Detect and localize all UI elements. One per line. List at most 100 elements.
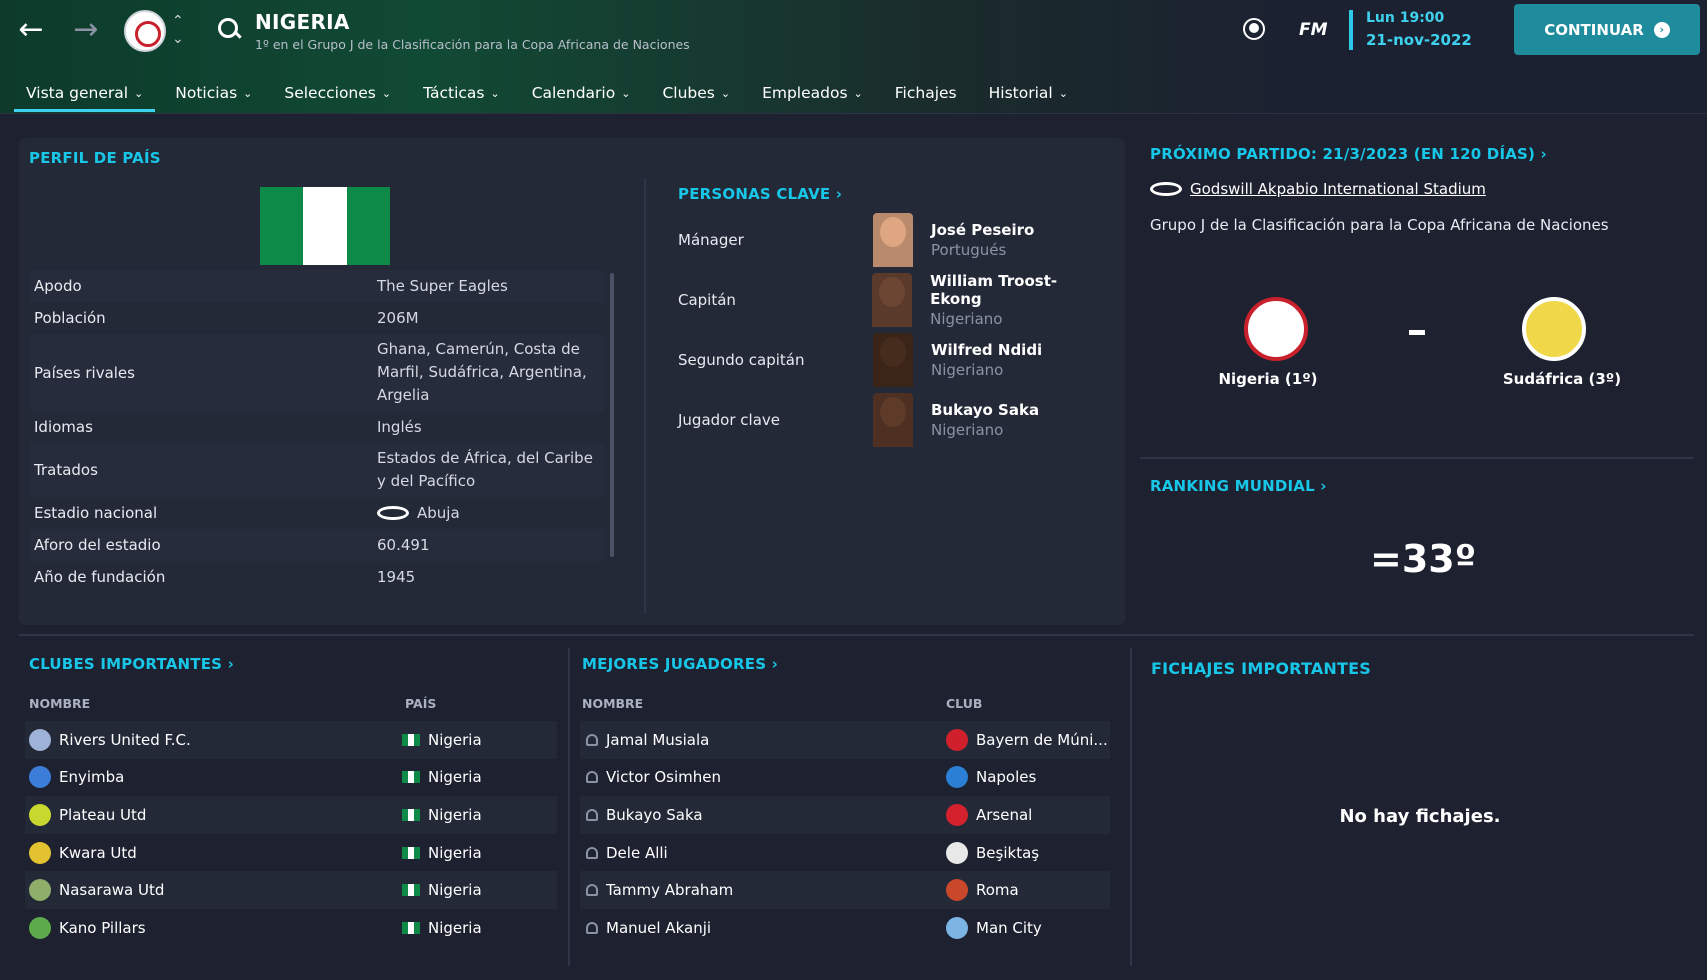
key-person-name[interactable]: José Peseiro: [931, 221, 1034, 239]
club-row[interactable]: Enyimba Nigeria: [25, 759, 557, 797]
player-club[interactable]: Man City: [976, 919, 1042, 937]
person-photo[interactable]: [873, 333, 913, 387]
player-row[interactable]: Manuel Akanji Man City: [580, 909, 1110, 947]
stadium-link[interactable]: Godswill Akpabio International Stadium: [1150, 180, 1486, 198]
away-team-crest-icon[interactable]: [1522, 297, 1586, 361]
menu-item-6[interactable]: Empleados ⌄: [750, 78, 875, 108]
player-club[interactable]: Roma: [976, 881, 1019, 899]
nigeria-flag-icon: [402, 771, 420, 784]
key-person-name[interactable]: Bukayo Saka: [931, 401, 1039, 419]
main-menu: Vista general ⌄ Noticias ⌄ Selecciones ⌄ Tácti…: [14, 78, 1088, 112]
club-name[interactable]: Nasarawa Utd: [59, 881, 164, 899]
profile-row-value-cell: 206M: [377, 306, 600, 330]
home-team-name[interactable]: Nigeria (1º): [1168, 370, 1368, 388]
player-name[interactable]: Victor Osimhen: [606, 768, 721, 786]
key-person-row[interactable]: Jugador clave Bukayo Saka Nigeriano: [678, 390, 1108, 450]
key-person-role: Segundo capitán: [678, 351, 805, 369]
person-photo[interactable]: [873, 213, 913, 267]
club-country[interactable]: Nigeria: [428, 844, 482, 862]
profile-row-label: Población: [34, 309, 106, 327]
club-country[interactable]: Nigeria: [428, 881, 482, 899]
forward-arrow-icon[interactable]: →: [66, 12, 106, 48]
key-person-row[interactable]: Capitán William Troost-Ekong Nigeriano: [678, 270, 1108, 330]
player-row[interactable]: Jamal Musiala Bayern de Múni...: [580, 721, 1110, 759]
menu-item-5[interactable]: Clubes ⌄: [650, 78, 742, 108]
fm-logo[interactable]: FM: [1299, 20, 1328, 40]
player-club[interactable]: Beşiktaş: [976, 844, 1039, 862]
club-country[interactable]: Nigeria: [428, 919, 482, 937]
menu-item-4[interactable]: Calendario ⌄: [520, 78, 643, 108]
club-row[interactable]: Plateau Utd Nigeria: [25, 796, 557, 834]
profile-row: Apodo The Super Eagles: [30, 270, 604, 302]
club-row[interactable]: Kwara Utd Nigeria: [25, 834, 557, 872]
profile-row-label: Año de fundación: [34, 568, 166, 586]
key-people-title[interactable]: PERSONAS CLAVE ›: [678, 185, 842, 203]
back-arrow-icon[interactable]: ←: [11, 12, 51, 48]
menu-item-2[interactable]: Selecciones ⌄: [272, 78, 403, 108]
away-team-name[interactable]: Sudáfrica (3º): [1462, 370, 1662, 388]
profile-scrollbar[interactable]: [610, 273, 614, 557]
clubs-title[interactable]: CLUBES IMPORTANTES ›: [29, 655, 234, 673]
players-col-name[interactable]: NOMBRE: [582, 696, 643, 711]
club-name[interactable]: Plateau Utd: [59, 806, 146, 824]
next-match-title[interactable]: PRÓXIMO PARTIDO: 21/3/2023 (EN 120 DÍAS)…: [1150, 145, 1547, 163]
key-person-nationality: Nigeriano: [930, 310, 1003, 328]
club-row[interactable]: Nasarawa Utd Nigeria: [25, 871, 557, 909]
key-person-name[interactable]: Wilfred Ndidi: [931, 341, 1042, 359]
club-country[interactable]: Nigeria: [428, 806, 482, 824]
club-row[interactable]: Rivers United F.C. Nigeria: [25, 721, 557, 759]
menu-item-3[interactable]: Tácticas ⌄: [411, 78, 512, 108]
person-photo[interactable]: [872, 273, 913, 327]
club-name[interactable]: Rivers United F.C.: [59, 731, 191, 749]
club-name[interactable]: Kano Pillars: [59, 919, 146, 937]
search-icon[interactable]: [216, 16, 242, 42]
ranking-value: =33º: [1370, 537, 1477, 581]
club-country[interactable]: Nigeria: [428, 768, 482, 786]
player-club[interactable]: Bayern de Múni...: [976, 731, 1108, 749]
clubs-col-country[interactable]: PAÍS: [405, 696, 436, 711]
continue-button[interactable]: CONTINUAR ›: [1514, 4, 1700, 55]
profile-row-value-cell[interactable]: Abuja: [377, 501, 600, 525]
chevron-down-icon: ⌄: [243, 86, 253, 100]
player-row[interactable]: Tammy Abraham Roma: [580, 871, 1110, 909]
player-name[interactable]: Tammy Abraham: [606, 881, 733, 899]
player-name[interactable]: Manuel Akanji: [606, 919, 711, 937]
player-name[interactable]: Dele Alli: [606, 844, 668, 862]
menu-item-0[interactable]: Vista general ⌄: [14, 78, 156, 112]
world-icon[interactable]: [1243, 18, 1265, 40]
key-person-name[interactable]: William Troost-Ekong: [930, 272, 1108, 308]
nation-crest-icon[interactable]: [124, 10, 166, 52]
person-icon: [586, 733, 598, 746]
player-club[interactable]: Arsenal: [976, 806, 1032, 824]
menu-item-8[interactable]: Historial ⌄: [977, 78, 1080, 108]
key-person-row[interactable]: Segundo capitán Wilfred Ndidi Nigeriano: [678, 330, 1108, 390]
club-name[interactable]: Enyimba: [59, 768, 124, 786]
game-date: 21-nov-2022: [1366, 31, 1472, 49]
club-country[interactable]: Nigeria: [428, 731, 482, 749]
chevron-down-icon: ⌄: [134, 86, 144, 100]
nigeria-flag-icon: [402, 884, 420, 897]
switch-nation-chevrons-icon[interactable]: ⌃ ⌄: [172, 12, 184, 48]
player-name[interactable]: Jamal Musiala: [606, 731, 709, 749]
key-person-row[interactable]: Mánager José Peseiro Portugués: [678, 210, 1108, 270]
home-team-crest-icon[interactable]: [1244, 297, 1308, 361]
continue-label: CONTINUAR: [1544, 20, 1644, 39]
club-name[interactable]: Kwara Utd: [59, 844, 137, 862]
nigeria-flag-icon: [402, 808, 420, 821]
clubs-col-name[interactable]: NOMBRE: [29, 696, 90, 711]
menu-item-1[interactable]: Noticias ⌄: [163, 78, 264, 108]
club-row[interactable]: Kano Pillars Nigeria: [25, 909, 557, 947]
profile-row-value: 60.491: [377, 535, 430, 554]
club-badge-icon: [946, 916, 968, 939]
player-row[interactable]: Victor Osimhen Napoles: [580, 759, 1110, 797]
club-badge-icon: [946, 879, 968, 902]
player-row[interactable]: Dele Alli Beşiktaş: [580, 834, 1110, 872]
players-col-club[interactable]: CLUB: [946, 696, 982, 711]
player-row[interactable]: Bukayo Saka Arsenal: [580, 796, 1110, 834]
player-name[interactable]: Bukayo Saka: [606, 806, 703, 824]
person-photo[interactable]: [873, 393, 913, 447]
player-club[interactable]: Napoles: [976, 768, 1036, 786]
players-title[interactable]: MEJORES JUGADORES ›: [582, 655, 778, 673]
menu-item-7[interactable]: Fichajes: [883, 78, 969, 108]
ranking-title[interactable]: RANKING MUNDIAL ›: [1150, 477, 1327, 495]
